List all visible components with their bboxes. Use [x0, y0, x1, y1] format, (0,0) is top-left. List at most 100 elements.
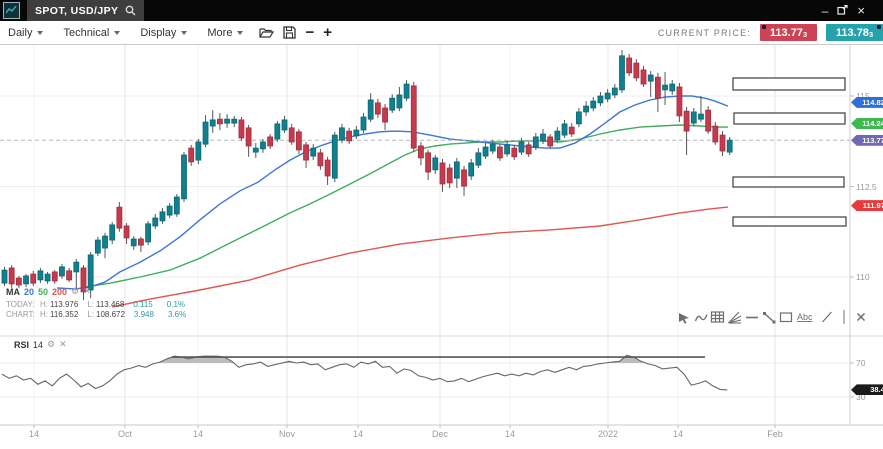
candle[interactable]: [397, 95, 402, 108]
candle[interactable]: [289, 128, 294, 142]
candle[interactable]: [390, 98, 395, 110]
drawn-rectangle[interactable]: [733, 177, 844, 187]
candle[interactable]: [684, 111, 689, 131]
candle[interactable]: [9, 268, 14, 284]
candle[interactable]: [67, 271, 72, 280]
pattern-grid-tool-icon[interactable]: [710, 308, 725, 326]
candle[interactable]: [519, 142, 524, 152]
candle[interactable]: [325, 160, 330, 176]
candle[interactable]: [447, 168, 452, 183]
open-folder-icon[interactable]: [259, 26, 274, 39]
candle[interactable]: [512, 148, 517, 157]
candle[interactable]: [634, 63, 639, 78]
candle[interactable]: [95, 240, 100, 253]
candle[interactable]: [677, 87, 682, 116]
candle[interactable]: [555, 131, 560, 140]
candle[interactable]: [562, 124, 567, 135]
candle[interactable]: [541, 134, 546, 141]
candle[interactable]: [433, 158, 438, 170]
candle[interactable]: [174, 197, 179, 214]
candle[interactable]: [268, 137, 273, 146]
candle[interactable]: [74, 262, 79, 272]
candle[interactable]: [404, 84, 409, 98]
candle[interactable]: [727, 140, 732, 152]
candle[interactable]: [203, 122, 208, 144]
candle[interactable]: [253, 148, 258, 152]
pointer-tool-icon[interactable]: [676, 308, 691, 326]
candle[interactable]: [31, 274, 36, 283]
ma-period-50[interactable]: 50: [38, 287, 48, 297]
candle[interactable]: [318, 153, 323, 166]
candle[interactable]: [584, 106, 589, 112]
drawn-rectangle[interactable]: [733, 78, 845, 90]
candle[interactable]: [124, 226, 129, 238]
menu-technical[interactable]: Technical: [63, 27, 120, 39]
candle[interactable]: [418, 146, 423, 158]
candle[interactable]: [296, 132, 301, 150]
candle[interactable]: [311, 148, 316, 156]
candle[interactable]: [720, 135, 725, 151]
candle[interactable]: [304, 145, 309, 160]
chart-tab[interactable]: SPOT, USD/JPY: [27, 0, 144, 21]
candle[interactable]: [339, 128, 344, 140]
ma-50-line[interactable]: [85, 125, 728, 287]
candle[interactable]: [691, 112, 696, 123]
drawn-rectangle[interactable]: [733, 217, 846, 226]
candle[interactable]: [505, 145, 510, 154]
candle[interactable]: [526, 145, 531, 154]
candle[interactable]: [569, 127, 574, 134]
candle[interactable]: [260, 142, 265, 149]
horizontal-line-tool-icon[interactable]: [744, 308, 759, 326]
candle[interactable]: [2, 270, 7, 283]
candle[interactable]: [225, 119, 230, 123]
candle[interactable]: [282, 120, 287, 130]
candle[interactable]: [627, 58, 632, 73]
ma-20-line[interactable]: [57, 96, 728, 289]
candle[interactable]: [52, 272, 57, 281]
close-icon[interactable]: ✕: [59, 339, 67, 350]
fan-lines-tool-icon[interactable]: [727, 308, 742, 326]
candle[interactable]: [670, 84, 675, 91]
candle[interactable]: [16, 278, 21, 285]
ma-200-line[interactable]: [112, 207, 728, 307]
candle[interactable]: [146, 224, 151, 242]
candle[interactable]: [332, 135, 337, 178]
candle[interactable]: [497, 147, 502, 158]
candle[interactable]: [361, 117, 366, 130]
candle[interactable]: [24, 276, 29, 284]
candle[interactable]: [698, 114, 703, 119]
candle[interactable]: [619, 56, 624, 90]
candle[interactable]: [38, 271, 43, 280]
candle[interactable]: [476, 153, 481, 165]
candle[interactable]: [533, 137, 538, 147]
candle[interactable]: [246, 128, 251, 146]
search-icon[interactable]: [125, 5, 136, 16]
candle[interactable]: [368, 100, 373, 119]
candle[interactable]: [354, 130, 359, 136]
candle[interactable]: [454, 162, 459, 178]
candle[interactable]: [375, 103, 380, 114]
candle[interactable]: [655, 77, 660, 98]
candle[interactable]: [182, 155, 187, 199]
gear-icon[interactable]: ⚙: [71, 286, 79, 297]
close-button[interactable]: ×: [857, 4, 865, 17]
polyline-tool-icon[interactable]: [693, 308, 708, 326]
candle[interactable]: [217, 119, 222, 124]
candle[interactable]: [598, 96, 603, 103]
popout-button[interactable]: [837, 5, 848, 17]
candle[interactable]: [275, 124, 280, 139]
rsi-line[interactable]: [2, 355, 727, 390]
candle[interactable]: [706, 110, 711, 131]
candle[interactable]: [576, 112, 581, 124]
candle[interactable]: [605, 93, 610, 99]
candle[interactable]: [189, 148, 194, 162]
candle[interactable]: [469, 163, 474, 176]
candle[interactable]: [426, 153, 431, 172]
close-toolbar-icon[interactable]: [853, 308, 868, 326]
candle[interactable]: [648, 75, 653, 81]
candle[interactable]: [59, 267, 64, 276]
candle[interactable]: [232, 119, 237, 123]
candle[interactable]: [483, 147, 488, 156]
candle[interactable]: [591, 101, 596, 108]
candle[interactable]: [117, 207, 122, 228]
